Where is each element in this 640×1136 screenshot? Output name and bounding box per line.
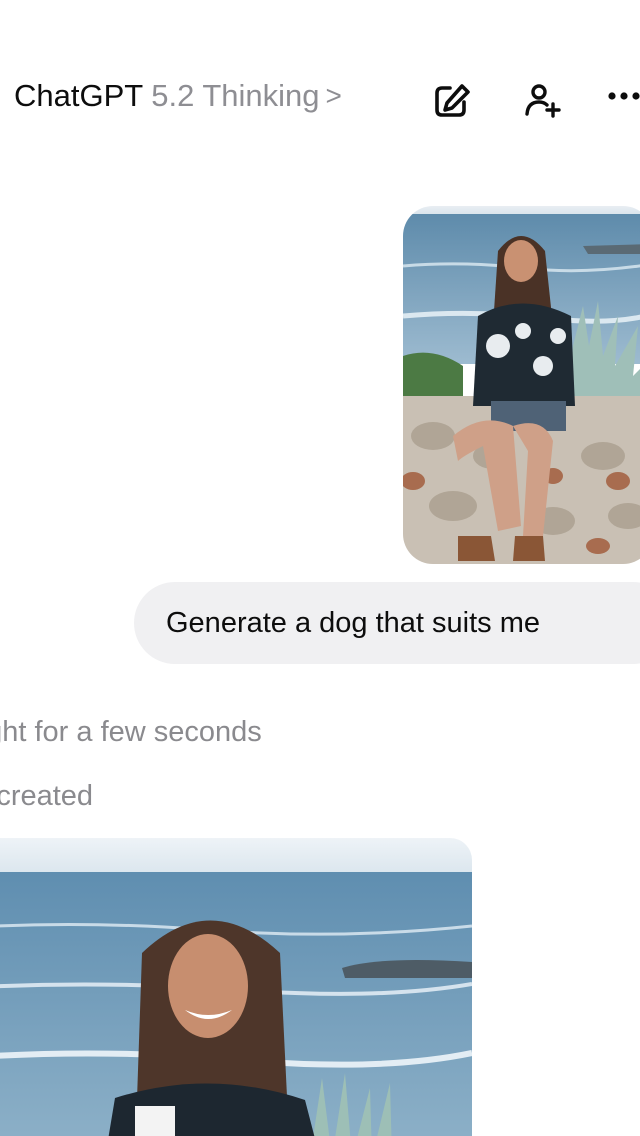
chat-screen: ChatGPT 5.2 Thinking > Generate a dog th… xyxy=(0,0,640,1136)
generated-image[interactable] xyxy=(0,838,472,1136)
more-options-icon[interactable] xyxy=(604,86,640,106)
app-name: ChatGPT xyxy=(14,78,144,113)
image-created-label: ge created xyxy=(0,780,94,812)
model-selector[interactable]: ChatGPT 5.2 Thinking > xyxy=(14,78,342,114)
chevron-right-icon: > xyxy=(325,80,342,111)
add-person-icon[interactable] xyxy=(522,80,562,120)
model-name: 5.2 Thinking xyxy=(151,78,320,113)
edit-icon[interactable] xyxy=(432,80,472,120)
user-uploaded-photo[interactable] xyxy=(403,206,640,564)
top-bar: ChatGPT 5.2 Thinking > xyxy=(0,0,640,150)
thought-duration-toggle[interactable]: ught for a few seconds xyxy=(0,716,262,749)
user-message-bubble: Generate a dog that suits me xyxy=(134,582,640,664)
user-message-text: Generate a dog that suits me xyxy=(166,606,540,639)
